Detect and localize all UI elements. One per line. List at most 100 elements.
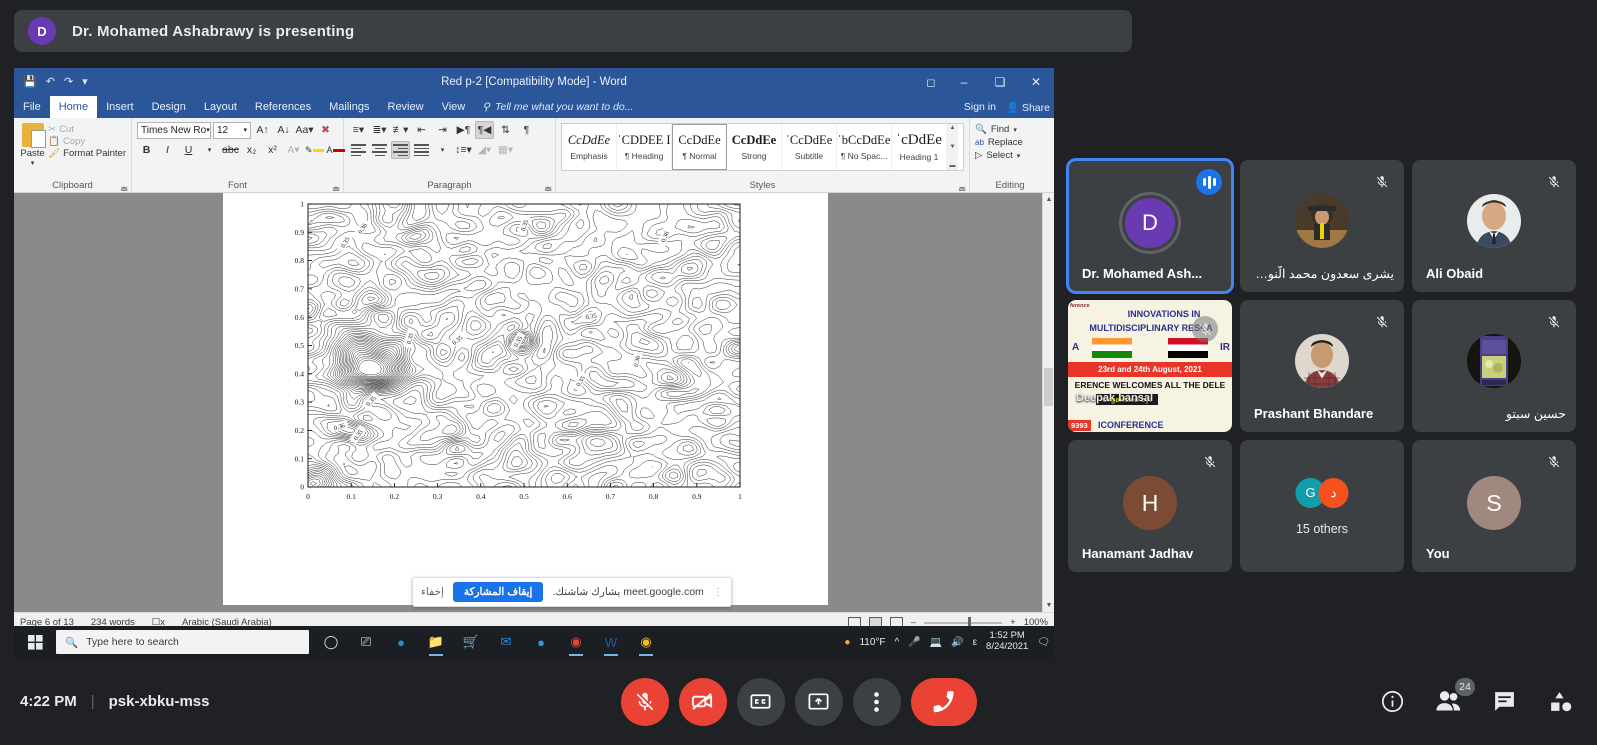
select-button[interactable]: ▷ Select ▾: [975, 150, 1045, 161]
numbering-button[interactable]: ≣▾: [370, 121, 389, 139]
align-right-button[interactable]: [391, 141, 410, 159]
paste-button[interactable]: Paste ▾: [19, 121, 46, 167]
participant-tile-you[interactable]: S You: [1412, 440, 1576, 572]
undo-icon[interactable]: ↶: [46, 76, 55, 88]
word-icon[interactable]: W: [596, 626, 626, 658]
show-hidden-icons[interactable]: ^: [895, 637, 900, 648]
show-everyone-button[interactable]: 24: [1433, 677, 1475, 717]
redo-icon[interactable]: ↷: [64, 76, 73, 88]
store-icon[interactable]: 🛒: [456, 626, 486, 658]
activities-button[interactable]: [1545, 687, 1575, 717]
tab-references[interactable]: References: [246, 96, 320, 118]
meet-bottom-bar[interactable]: 4:22 PM | psk-xbku-mss 24: [0, 658, 1597, 745]
grow-font-button[interactable]: A↑: [253, 121, 272, 139]
copy-button[interactable]: 📋 Copy: [48, 136, 126, 147]
paragraph-dialog-launcher[interactable]: ◛: [544, 182, 552, 191]
meet-side-actions[interactable]: 24: [1377, 677, 1575, 717]
shrink-font-button[interactable]: A↓: [274, 121, 293, 139]
increase-indent-button[interactable]: ⇥: [433, 121, 452, 139]
taskbar-pinned-icons[interactable]: ◯ ⎚ ● 📁 🛒 ✉ ● ◉ W ◉: [316, 626, 661, 658]
font-dialog-launcher[interactable]: ◛: [332, 182, 340, 191]
tab-design[interactable]: Design: [143, 96, 195, 118]
participant-tile-others[interactable]: G د 15 others: [1240, 440, 1404, 572]
style-subtitle[interactable]: ˈCcDdEe Subtitle: [782, 124, 837, 170]
save-icon[interactable]: 💾: [23, 76, 37, 88]
action-center-icon[interactable]: 🗨: [1037, 637, 1050, 648]
tell-me-box[interactable]: ⚲ Tell me what you want to do...: [474, 96, 641, 118]
chrome-icon[interactable]: ◉: [561, 626, 591, 658]
microphone-icon[interactable]: 🎤: [908, 637, 920, 648]
font-size-input[interactable]: 12 ▾: [213, 121, 251, 139]
decrease-indent-button[interactable]: ⇤: [412, 121, 431, 139]
group-editing[interactable]: 🔍 Find ▾ ab Replace ▷ Select ▾ Editing: [970, 118, 1050, 192]
participant-tile-hanamant-jadhav[interactable]: H Hanamant Jadhav: [1068, 440, 1232, 572]
document-canvas[interactable]: 0 0.1 0.2 0.3 0.4 0.5 0.6 0.7 0.8 0.9 1 0 0.1 0.2 0.3 0…: [14, 193, 1054, 612]
edge2-icon[interactable]: ●: [526, 626, 556, 658]
taskbar-search-input[interactable]: 🔍 Type here to search: [56, 630, 309, 654]
tab-view[interactable]: View: [433, 96, 475, 118]
restore-icon[interactable]: ❏: [982, 68, 1018, 96]
tab-mailings[interactable]: Mailings: [320, 96, 378, 118]
screen-share-bar[interactable]: ⋮ meet.google.com يشارك شاشتك. إيقاف الم…: [412, 577, 732, 607]
ribbon-display-options-icon[interactable]: ◻: [916, 68, 946, 96]
superscript-button[interactable]: x²: [263, 141, 282, 159]
meeting-details-button[interactable]: [1377, 687, 1407, 717]
quick-access-toolbar[interactable]: 💾 ↶ ↷ ▾: [14, 76, 88, 88]
cut-button[interactable]: ✂ Cut: [48, 124, 126, 135]
chevron-down-icon[interactable]: ▾: [1017, 152, 1021, 160]
multilevel-list-button[interactable]: ≢▾: [391, 121, 410, 139]
style-normal[interactable]: CcDdEe ¶ Normal: [672, 124, 727, 170]
styles-scroll-up-icon[interactable]: ▲: [950, 125, 956, 131]
text-effects-button[interactable]: A▾: [284, 141, 303, 159]
minimize-icon[interactable]: –: [946, 68, 982, 96]
style-strong[interactable]: CcDdEe Strong: [727, 124, 782, 170]
chevron-down-icon[interactable]: ▾: [1013, 126, 1017, 134]
participant-grid[interactable]: D Dr. Mohamed Ash... يشرى سعدون محمد الّ…: [1066, 158, 1584, 580]
weather-temperature[interactable]: 110°F: [859, 637, 885, 648]
meet-call-controls[interactable]: [620, 677, 977, 726]
chevron-down-icon[interactable]: ▾: [206, 126, 210, 134]
mail-icon[interactable]: ✉: [491, 626, 521, 658]
meeting-code[interactable]: psk-xbku-mss: [109, 693, 210, 710]
borders-button[interactable]: ▦▾: [496, 141, 515, 159]
chevron-down-icon[interactable]: ▾: [31, 159, 35, 167]
underline-button[interactable]: U: [179, 141, 198, 159]
cortana-icon[interactable]: ◯: [316, 626, 346, 658]
volume-icon[interactable]: 🔊: [951, 637, 963, 648]
clear-formatting-button[interactable]: ✖: [316, 121, 335, 139]
window-controls[interactable]: ◻ – ❏ ✕: [916, 68, 1054, 96]
tab-insert[interactable]: Insert: [97, 96, 143, 118]
style-no-spacing[interactable]: ˈbCcDdEe ¶ No Spac...: [837, 124, 892, 170]
sign-in-link[interactable]: Sign in: [964, 101, 996, 113]
shared-screen-word-window[interactable]: 💾 ↶ ↷ ▾ Red p-2 [Compatibility Mode] - W…: [14, 68, 1054, 658]
tab-home[interactable]: Home: [49, 96, 98, 118]
align-center-button[interactable]: [370, 141, 389, 159]
drag-handle-icon[interactable]: ⋮: [713, 587, 723, 598]
windows-taskbar[interactable]: 🔍 Type here to search ◯ ⎚ ● 📁 🛒 ✉ ● ◉ W …: [14, 626, 1054, 658]
justify-button[interactable]: [412, 141, 431, 159]
tab-review[interactable]: Review: [379, 96, 433, 118]
chat-button[interactable]: [1489, 687, 1519, 717]
sort-button[interactable]: ⇅: [496, 121, 515, 139]
style-heading-1[interactable]: ˈcDdEe Heading 1: [892, 124, 947, 170]
chrome2-icon[interactable]: ◉: [631, 626, 661, 658]
find-button[interactable]: 🔍 Find ▾: [975, 124, 1045, 135]
font-name-input[interactable]: Times New Ro ▾: [137, 121, 211, 139]
style-heading[interactable]: ˈCDDEE I ¶ Heading: [617, 124, 672, 170]
strikethrough-button[interactable]: abc: [221, 141, 240, 159]
participant-tile-bushra[interactable]: يشرى سعدون محمد الّنوري: [1240, 160, 1404, 292]
close-icon[interactable]: ✕: [1018, 68, 1054, 96]
subscript-button[interactable]: x₂: [242, 141, 261, 159]
italic-button[interactable]: I: [158, 141, 177, 159]
rtl-text-direction-button[interactable]: ¶◀: [475, 121, 494, 139]
participant-tile-deepak-bansal[interactable]: ference INNOVATIONS IN MULTIDISCIPLINARY…: [1068, 300, 1232, 432]
group-paragraph[interactable]: ≡▾ ≣▾ ≢▾ ⇤ ⇥ ▶¶ ¶◀ ⇅ ¶ ▾ ↕≡▾ ◢▾ ▦▾ Parag…: [344, 118, 556, 192]
participant-tile-ali-obaid[interactable]: Ali Obaid: [1412, 160, 1576, 292]
change-case-button[interactable]: Aa▾: [295, 121, 314, 139]
stop-sharing-button[interactable]: إيقاف المشاركة: [452, 582, 544, 602]
clock[interactable]: 1:52 PM 8/24/2021: [986, 630, 1028, 653]
ime-indicator[interactable]: ε: [973, 637, 977, 648]
styles-gallery[interactable]: CcDdEe Emphasis ˈCDDEE I ¶ Heading CcDdE…: [561, 123, 964, 171]
closed-captions-button[interactable]: [736, 677, 785, 726]
group-font[interactable]: Times New Ro ▾ 12 ▾ A↑ A↓ Aa▾ ✖ B I U ▾ …: [132, 118, 345, 192]
